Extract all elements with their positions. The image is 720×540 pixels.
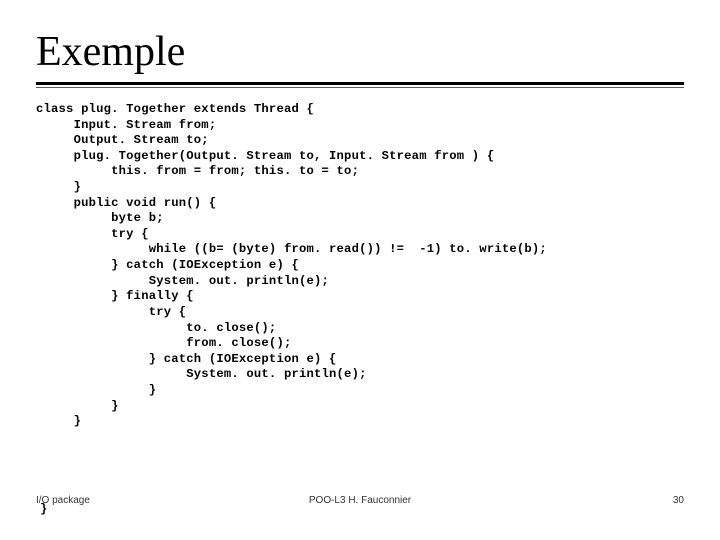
footer-page-number: 30 — [673, 495, 684, 506]
code-block: class plug. Together extends Thread { In… — [36, 102, 684, 430]
title-rule-dark — [36, 82, 684, 85]
code-closing-brace: } — [40, 502, 47, 516]
slide-title: Exemple — [36, 28, 684, 76]
title-rule-light — [36, 87, 684, 88]
footer-center: POO-L3 H. Fauconnier — [309, 495, 411, 506]
slide-footer: I/O package POO-L3 H. Fauconnier 30 — [0, 495, 720, 506]
